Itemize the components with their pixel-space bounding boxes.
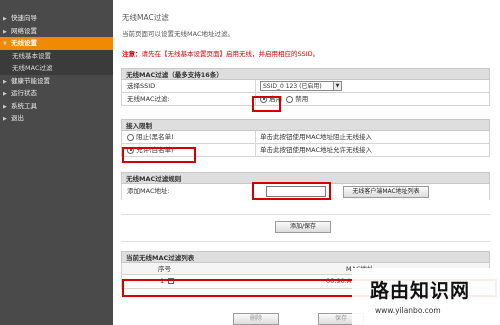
sidebar-item-label: 系统工具 xyxy=(11,101,37,110)
disable-label: 禁用 xyxy=(295,95,309,103)
sidebar-item-label: 退出 xyxy=(11,114,24,122)
page-title: 无线MAC过滤 xyxy=(122,13,169,22)
notice-prefix: 注意： xyxy=(122,50,142,58)
section-header: 当前无线MAC过滤列表 xyxy=(121,251,490,263)
chevron-down-icon[interactable]: ▼ xyxy=(333,81,342,91)
block-description: 单击此按钮使用MAC地址阻止无线接入 xyxy=(255,131,489,144)
col-index-header: 序号 xyxy=(158,265,171,273)
divider xyxy=(121,214,490,215)
sidebar-item-wireless-mac-filter[interactable]: 无线MAC过滤 xyxy=(0,62,113,75)
ssid-label: 选择SSID xyxy=(127,82,156,90)
sidebar-item-power-saving[interactable]: ▶ 健康节能设置 xyxy=(0,75,113,88)
add-mac-label: 添加MAC地址: xyxy=(127,187,170,195)
sidebar-item-label: 无线设置 xyxy=(11,39,37,47)
add-save-button[interactable]: 添加/保存 xyxy=(275,221,331,233)
sidebar-item-wireless-basic[interactable]: 无线基本设置 xyxy=(0,49,113,62)
sidebar-item-system-tools[interactable]: ▶ 系统工具 xyxy=(0,100,113,113)
filter-toggle-row: 无线MAC过滤: 启用 禁用 xyxy=(121,93,490,106)
sidebar-item-wireless[interactable]: ▼ 无线设置 xyxy=(0,37,113,50)
sidebar-item-label: 运行状态 xyxy=(11,89,37,97)
disable-radio[interactable] xyxy=(286,95,294,103)
sidebar-item-label: 快速向导 xyxy=(11,14,37,22)
sidebar-item-status[interactable]: ▶ 运行状态 xyxy=(0,87,113,100)
sidebar-item-network[interactable]: ▶ 网络设置 xyxy=(0,25,113,38)
block-row: 阻止(黑名单) 单击此按钮使用MAC地址阻止无线接入 xyxy=(121,131,490,144)
sidebar-item-quick-setup[interactable]: ▶ 快速向导 xyxy=(0,12,113,25)
section-header: 无线MAC过滤（最多支持16条） xyxy=(121,68,490,80)
notice: 注意：请先在【无线基本设置页面】启用无线，并启用相应的SSID。 xyxy=(122,48,319,58)
watermark-url: www.yilanbo.com xyxy=(375,306,441,315)
sidebar-item-label: 无线MAC过滤 xyxy=(12,64,53,72)
ssid-row: 选择SSID SSID_0 123 (已启用) ▼ xyxy=(121,80,490,93)
filter-toggle-label: 无线MAC过滤: xyxy=(127,95,170,103)
highlight-allow-box xyxy=(122,147,196,163)
block-label: 阻止(黑名单) xyxy=(136,133,174,141)
section-header: 接入限制 xyxy=(121,119,490,131)
ssid-select[interactable]: SSID_0 123 (已启用) ▼ xyxy=(260,81,342,91)
sidebar-item-label: 网络设置 xyxy=(11,26,37,35)
block-radio[interactable] xyxy=(127,133,134,141)
sidebar-item-label: 无线基本设置 xyxy=(12,51,51,60)
sidebar-item-logout[interactable]: ▶ 退出 xyxy=(0,112,113,125)
arrow-right-icon: ▶ xyxy=(3,91,7,97)
arrow-right-icon: ▶ xyxy=(3,16,7,22)
arrow-right-icon: ▶ xyxy=(3,116,7,122)
mac-filter-section: 无线MAC过滤（最多支持16条） 选择SSID SSID_0 123 (已启用)… xyxy=(121,68,490,106)
highlight-input-box xyxy=(252,182,331,200)
notice-text: 请先在【无线基本设置页面】启用无线，并启用相应的SSID。 xyxy=(141,50,320,58)
watermark-title: 路由知识网 xyxy=(370,280,471,302)
page-description: 当前页面可以设置无线MAC地址过滤。 xyxy=(122,30,234,38)
sidebar: ▶ 快速向导 ▶ 网络设置 ▼ 无线设置 无线基本设置 无线MAC过滤 ▶ 健康节能设置… xyxy=(0,0,113,325)
delete-button[interactable]: 删除 xyxy=(233,313,279,325)
ssid-selected-value: SSID_0 123 (已启用) xyxy=(263,83,322,90)
allow-description: 单击此按钮使用MAC地址允许无线接入 xyxy=(255,144,489,157)
arrow-down-icon: ▼ xyxy=(3,41,7,47)
wireless-client-mac-list-button[interactable]: 无线客户端MAC地址列表 xyxy=(343,186,429,198)
divider xyxy=(121,241,490,242)
highlight-enable-box xyxy=(252,96,281,112)
sidebar-item-label: 健康节能设置 xyxy=(11,76,50,85)
